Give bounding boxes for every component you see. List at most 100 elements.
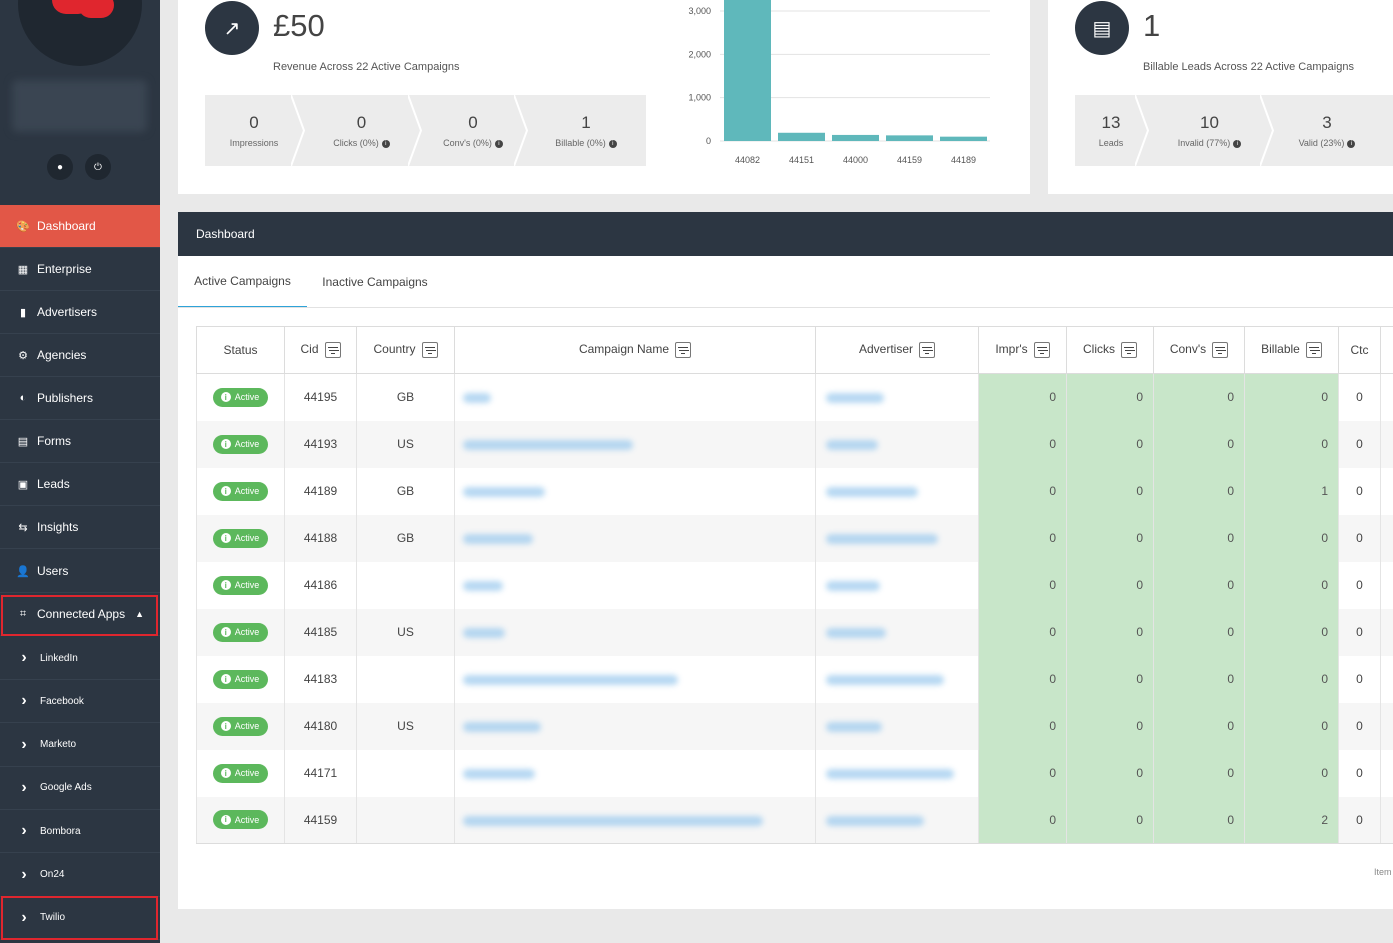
filter-icon[interactable]	[1121, 342, 1137, 358]
advertiser-link[interactable]	[826, 627, 886, 638]
column-header-country[interactable]: Country	[356, 326, 455, 374]
sidebar-item-insights[interactable]: ⇆ Insights	[0, 506, 160, 549]
tab-active-campaigns[interactable]: Active Campaigns	[178, 256, 307, 308]
campaign-name-cell[interactable]	[454, 467, 816, 515]
advertiser-link[interactable]	[826, 674, 944, 685]
campaign-name-link[interactable]	[463, 533, 533, 544]
campaign-name-link[interactable]	[463, 674, 678, 685]
table-row[interactable]: i Active 44186 0 0 0 0 0	[196, 561, 1393, 609]
advertiser-cell[interactable]	[815, 702, 979, 750]
filter-icon[interactable]	[1212, 342, 1229, 358]
filter-icon[interactable]	[324, 342, 341, 358]
table-row[interactable]: i Active 44180 US 0 0 0 0 0	[196, 702, 1393, 750]
campaign-name-link[interactable]	[463, 768, 535, 779]
advertiser-link[interactable]	[826, 393, 884, 404]
info-icon[interactable]: i	[381, 139, 390, 148]
advertiser-cell[interactable]	[815, 561, 979, 609]
brand-logo[interactable]	[18, 0, 142, 66]
campaign-name-cell[interactable]	[454, 561, 816, 609]
advertiser-cell[interactable]	[815, 796, 979, 844]
advertiser-cell[interactable]	[815, 655, 979, 703]
campaign-name-cell[interactable]	[454, 796, 816, 844]
advertiser-link[interactable]	[826, 815, 924, 826]
info-icon[interactable]: i	[608, 139, 617, 148]
chart-bar-44159[interactable]	[886, 135, 933, 141]
advertiser-link[interactable]	[826, 533, 938, 544]
campaign-name-link[interactable]	[463, 439, 633, 450]
sidebar-item-advertisers[interactable]: ▮ Advertisers	[0, 291, 160, 334]
sidebar-subitem-marketo[interactable]: › Marketo	[0, 724, 160, 767]
sidebar-item-users[interactable]: 👤 Users	[0, 550, 160, 593]
advertiser-link[interactable]	[826, 768, 954, 779]
advertiser-cell[interactable]	[815, 749, 979, 797]
sidebar-item-enterprise[interactable]: ▦ Enterprise	[0, 248, 160, 291]
advertiser-cell[interactable]	[815, 514, 979, 562]
sidebar-item-publishers[interactable]: ◐ Publishers	[0, 377, 160, 420]
column-header-advertiser[interactable]: Advertiser	[815, 326, 979, 374]
user-profile-icon[interactable]: ●	[47, 154, 73, 180]
chart-bar-44151[interactable]	[778, 132, 825, 141]
campaign-name-cell[interactable]	[454, 702, 816, 750]
campaign-name-link[interactable]	[463, 627, 505, 638]
filter-icon[interactable]	[1033, 342, 1050, 358]
table-row[interactable]: i Active 44195 GB 0 0 0 0 0	[196, 373, 1393, 421]
advertiser-link[interactable]	[826, 486, 918, 497]
column-header-ctc[interactable]: Ctc	[1338, 326, 1381, 374]
campaign-name-cell[interactable]	[454, 514, 816, 562]
campaign-name-cell[interactable]	[454, 420, 816, 468]
campaign-name-link[interactable]	[463, 486, 545, 497]
campaign-name-link[interactable]	[463, 721, 541, 732]
campaign-name-link[interactable]	[463, 580, 503, 591]
info-icon[interactable]: i	[494, 139, 503, 148]
power-icon[interactable]: ⏻	[85, 154, 111, 180]
column-header-cid[interactable]: Cid	[284, 326, 357, 374]
campaign-name-cell[interactable]	[454, 655, 816, 703]
sidebar-item-dashboard[interactable]: 🎨 Dashboard	[0, 205, 160, 248]
advertiser-cell[interactable]	[815, 608, 979, 656]
filter-icon[interactable]	[675, 342, 692, 358]
table-row[interactable]: i Active 44185 US 0 0 0 0 0	[196, 608, 1393, 656]
column-header-status[interactable]: Status	[196, 326, 285, 374]
sidebar-item-leads[interactable]: ▣ Leads	[0, 463, 160, 506]
column-header-clicks[interactable]: Clicks	[1066, 326, 1154, 374]
advertiser-link[interactable]	[826, 580, 880, 591]
chart-bar-44082[interactable]	[724, 0, 771, 141]
advertiser-cell[interactable]	[815, 373, 979, 421]
filter-icon[interactable]	[919, 342, 936, 358]
sidebar-subitem-twilio[interactable]: › Twilio	[0, 897, 160, 940]
sidebar-item-forms[interactable]: ▤ Forms	[0, 420, 160, 463]
table-row[interactable]: i Active 44159 0 0 0 2 0	[196, 796, 1393, 844]
sidebar-subitem-bombora[interactable]: › Bombora	[0, 810, 160, 854]
chart-bar-44189[interactable]	[940, 136, 987, 141]
advertiser-link[interactable]	[826, 721, 882, 732]
sidebar-item-agencies[interactable]: ⚙ Agencies	[0, 334, 160, 377]
chart-bar-44000[interactable]	[832, 134, 879, 141]
tab-inactive-campaigns[interactable]: Inactive Campaigns	[307, 256, 443, 308]
campaign-name-cell[interactable]	[454, 749, 816, 797]
table-row[interactable]: i Active 44189 GB 0 0 0 1 0	[196, 467, 1393, 515]
campaign-name-link[interactable]	[463, 393, 491, 404]
column-header-impr-s[interactable]: Impr's	[978, 326, 1067, 374]
table-row[interactable]: i Active 44193 US 0 0 0 0 0	[196, 420, 1393, 468]
info-icon[interactable]: i	[1347, 139, 1356, 148]
column-header-campaign-name[interactable]: Campaign Name	[454, 326, 816, 374]
column-header-billable[interactable]: Billable	[1244, 326, 1339, 374]
advertiser-link[interactable]	[826, 439, 878, 450]
filter-icon[interactable]	[421, 342, 438, 358]
sidebar-subitem-linkedin[interactable]: › LinkedIn	[0, 637, 160, 680]
filter-icon[interactable]	[1305, 342, 1322, 358]
advertiser-cell[interactable]	[815, 467, 979, 515]
advertiser-cell[interactable]	[815, 420, 979, 468]
campaign-name-cell[interactable]	[454, 373, 816, 421]
sidebar-item-connected-apps[interactable]: ⌗ Connected Apps ▲	[0, 593, 160, 636]
table-row[interactable]: i Active 44171 0 0 0 0 0	[196, 749, 1393, 797]
info-icon[interactable]: i	[1233, 139, 1242, 148]
sidebar-subitem-on24[interactable]: › On24	[0, 854, 160, 897]
table-row[interactable]: i Active 44188 GB 0 0 0 0 0	[196, 514, 1393, 562]
sidebar-subitem-google-ads[interactable]: › Google Ads	[0, 767, 160, 810]
table-row[interactable]: i Active 44183 0 0 0 0 0	[196, 655, 1393, 703]
sidebar-subitem-facebook[interactable]: › Facebook	[0, 680, 160, 724]
campaign-name-link[interactable]	[463, 815, 763, 826]
campaign-name-cell[interactable]	[454, 608, 816, 656]
column-header-conv-s[interactable]: Conv's	[1153, 326, 1245, 374]
